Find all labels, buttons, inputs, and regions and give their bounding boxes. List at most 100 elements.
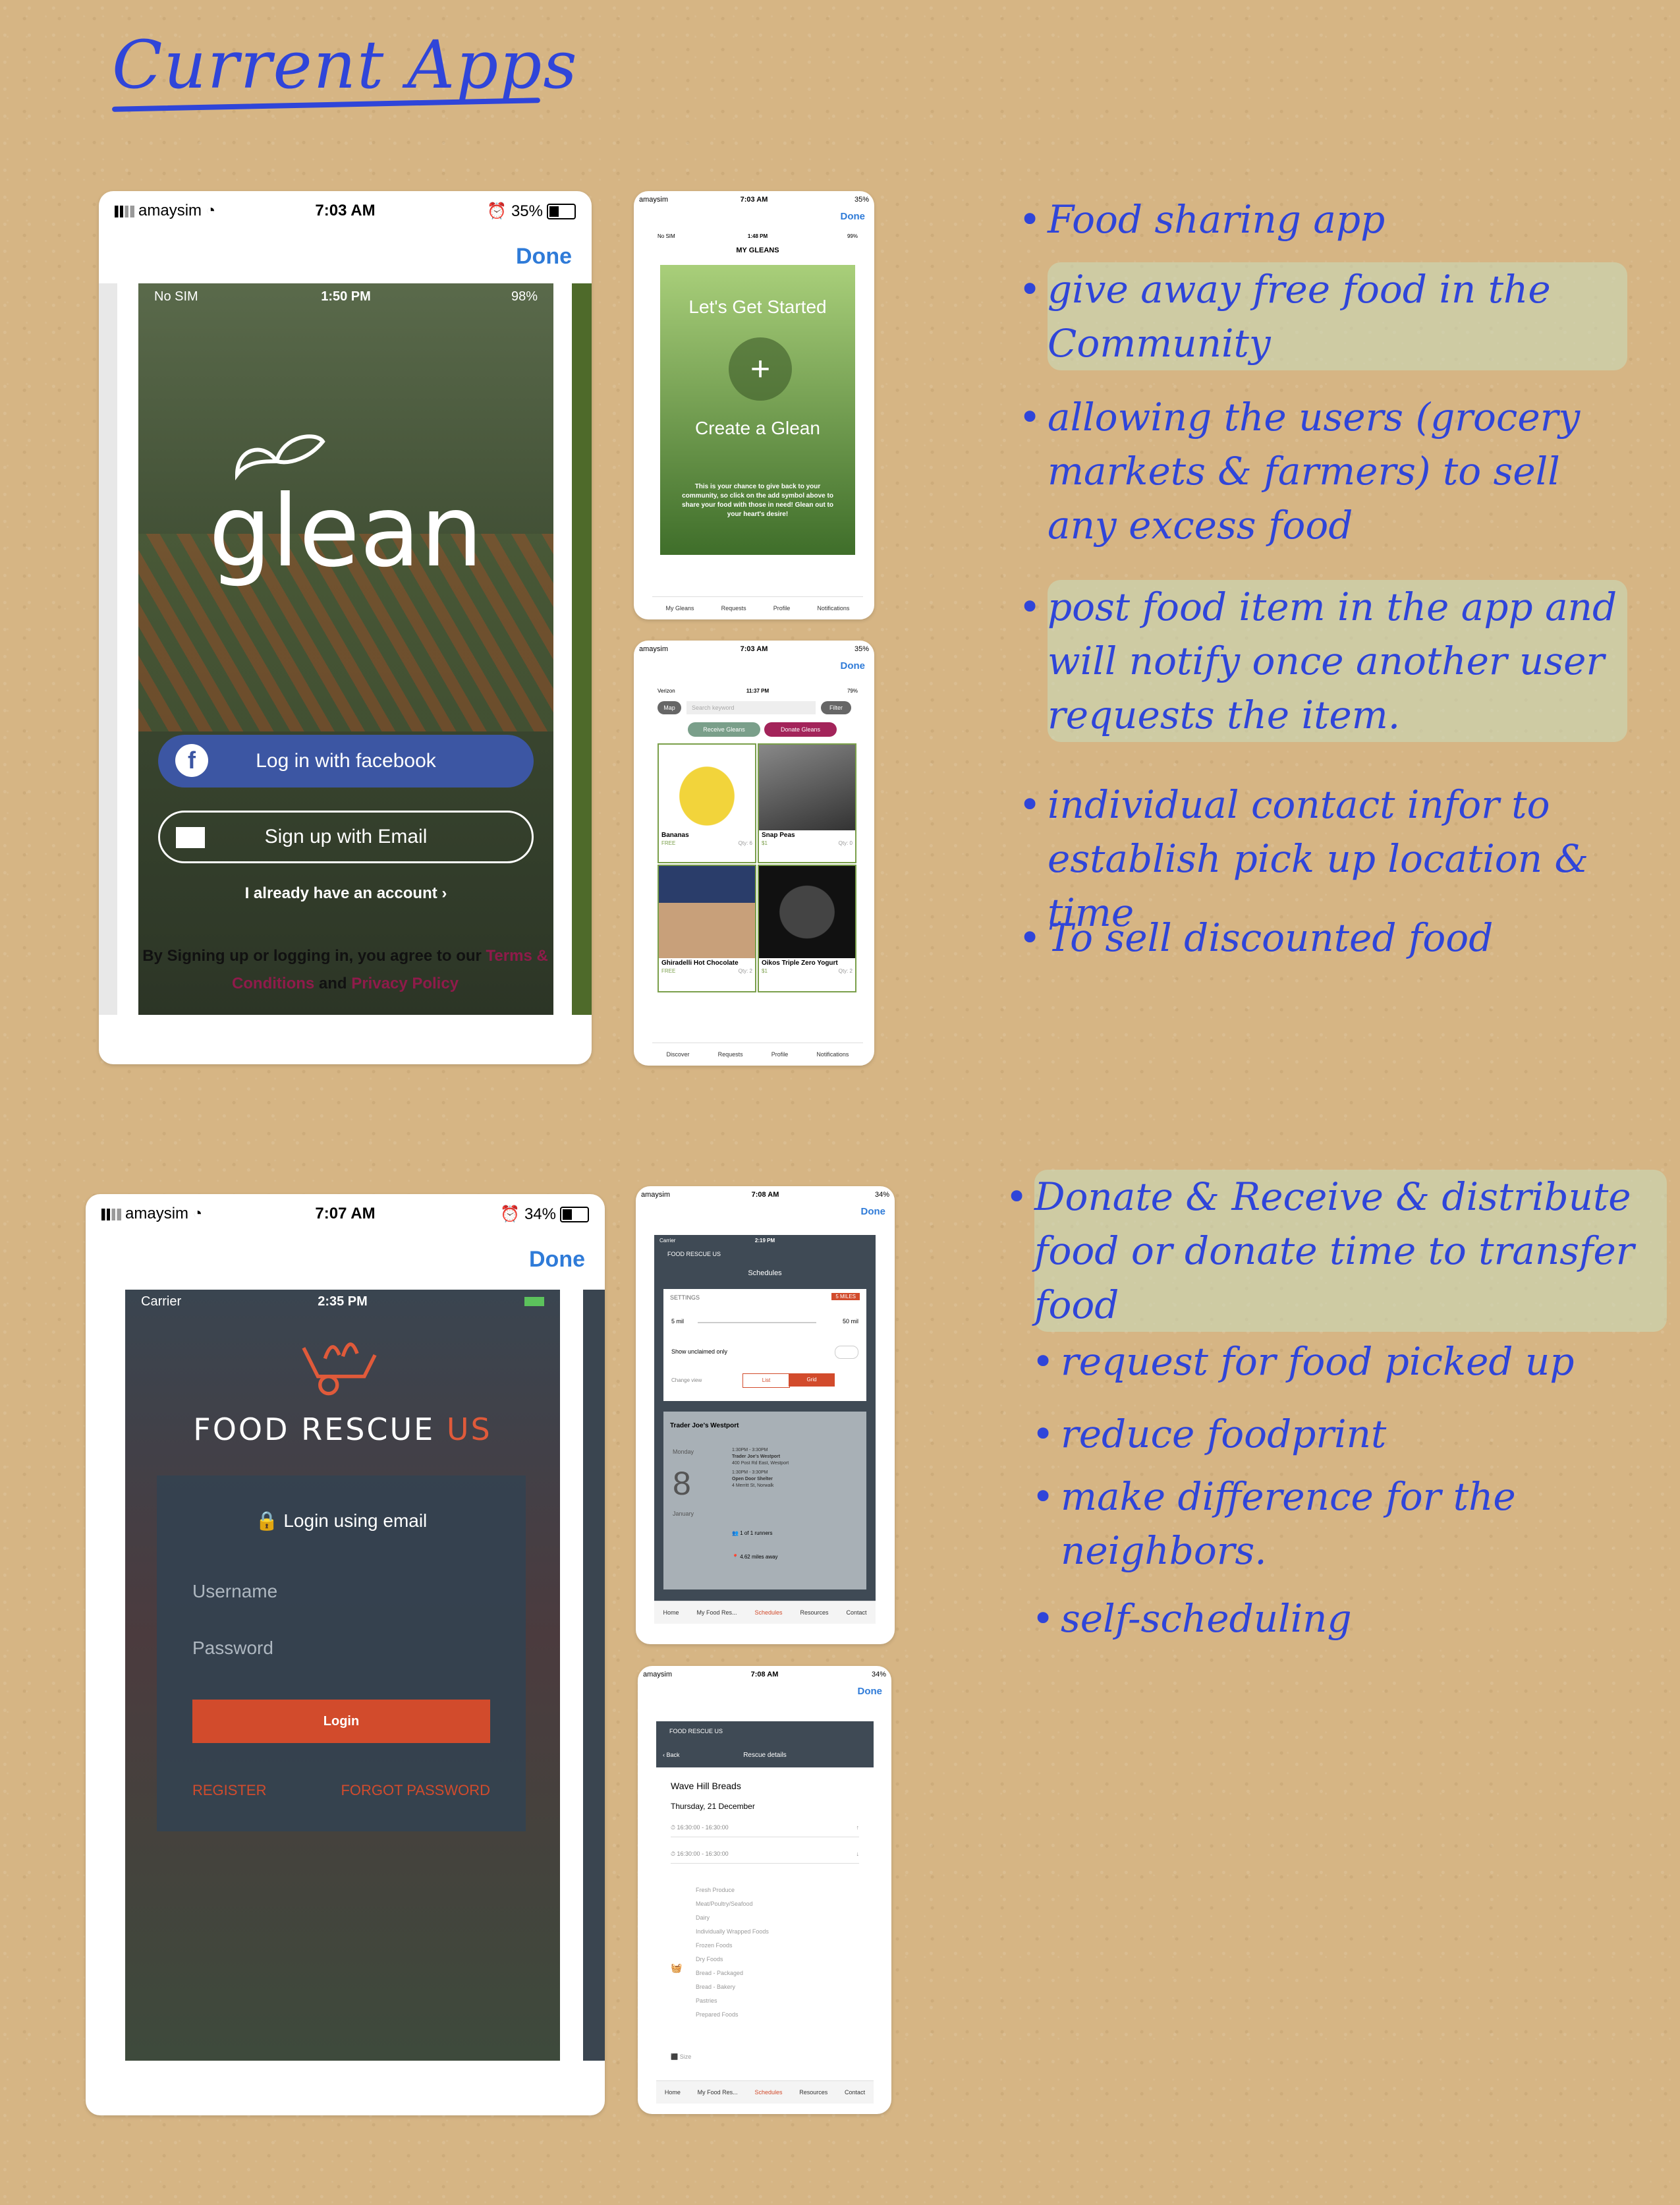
previous-page-edge	[99, 283, 117, 1015]
search-input[interactable]: Search keyword	[686, 701, 816, 714]
tab-home[interactable]: Home	[665, 2089, 681, 2096]
glean-discover-app-screen: Verizon 11:37 PM 79% Map Search keyword …	[652, 685, 863, 1066]
note-item: give away free food in the Community	[1019, 262, 1627, 370]
signal-icon	[115, 205, 134, 217]
tab-bar: Home My Food Res... Schedules Resources …	[654, 1601, 876, 1624]
banana-image	[659, 745, 755, 830]
tab-resources[interactable]: Resources	[799, 2089, 827, 2096]
facebook-login-button[interactable]: f Log in with facebook	[158, 735, 534, 788]
item-tile-bananas[interactable]: Bananas FREE Qty: 6	[658, 743, 756, 863]
already-have-account-link[interactable]: I already have an account ›	[138, 884, 553, 903]
tab-bar: Home My Food Res... Schedules Resources …	[656, 2080, 874, 2104]
tab-schedules[interactable]: Schedules	[754, 2089, 782, 2096]
item-tile-hot-chocolate[interactable]: Ghiradelli Hot Chocolate FREE Qty: 2	[658, 865, 756, 992]
done-button[interactable]: Done	[529, 1247, 585, 1273]
food-rescue-details-screenshot: amaysim 7:08 AM 34% Done FOOD RESCUE US …	[638, 1666, 891, 2114]
tab-notifications[interactable]: Notifications	[817, 605, 849, 612]
battery-icon	[524, 1297, 544, 1306]
time-label: 7:07 AM	[315, 1205, 376, 1222]
glean-create-app-screen: No SIM 1:48 PM 99% MY GLEANS Let's Get S…	[652, 231, 863, 619]
lets-get-started-label: Let's Get Started	[688, 297, 827, 317]
glean-login-screenshot: amaysim ◔ 7:03 AM ⏰ 35% Done No SIM 1:50…	[99, 191, 592, 1064]
hot-chocolate-image	[659, 866, 755, 958]
tab-schedules[interactable]: Schedules	[754, 1609, 782, 1616]
done-button[interactable]: Done	[858, 1686, 883, 1697]
signal-icon	[101, 1208, 121, 1220]
create-description: This is your chance to give back to your…	[681, 483, 833, 518]
screen-header: MY GLEANS	[736, 246, 779, 254]
tab-home[interactable]: Home	[663, 1609, 679, 1616]
list-view-button[interactable]: List	[742, 1373, 790, 1388]
carrier-label: amaysim ◔	[101, 1205, 202, 1223]
item-tile-snap-peas[interactable]: Snap Peas $1 Qty: 0	[758, 743, 856, 863]
map-button[interactable]: Map	[658, 701, 681, 714]
inner-status-bar: Verizon 11:37 PM 79%	[658, 687, 858, 694]
tab-requests[interactable]: Requests	[718, 1051, 743, 1058]
food-rescue-app-screen: Carrier 2:35 PM FOOD RESCUE US 🔒 Login u…	[125, 1290, 560, 2061]
note-item: allowing the users (grocery markets & fa…	[1019, 390, 1627, 552]
food-rescue-brand: FOOD RESCUE US	[193, 1412, 492, 1447]
note-item: post food item in the app and will notif…	[1019, 580, 1627, 742]
brand-bar: FOOD RESCUE US	[667, 1251, 721, 1257]
password-input[interactable]: Password	[192, 1638, 273, 1659]
rescue-details-app-screen: FOOD RESCUE US ‹ Back Rescue details Wav…	[656, 1712, 874, 2104]
done-button[interactable]: Done	[861, 1206, 886, 1217]
basket-icon: 🧺	[671, 1962, 683, 1973]
forgot-password-link[interactable]: FORGOT PASSWORD	[341, 1782, 490, 1799]
battery-icon	[560, 1207, 589, 1223]
register-link[interactable]: REGISTER	[192, 1782, 266, 1799]
tab-bar: Discover Requests Profile Notifications	[652, 1043, 863, 1066]
app-header: FOOD RESCUE US ‹ Back Rescue details	[656, 1721, 874, 1767]
filter-button[interactable]: Filter	[821, 701, 851, 714]
tab-bar: My Gleans Requests Profile Notifications	[652, 596, 863, 619]
note-item: reduce foodprint	[1032, 1407, 1654, 1461]
done-button[interactable]: Done	[841, 211, 866, 222]
food-category-list: Fresh Produce Meat/Poultry/Seafood Dairy…	[696, 1887, 769, 2018]
page-title: Current Apps	[112, 26, 578, 103]
tab-profile[interactable]: Profile	[771, 1051, 789, 1058]
food-rescue-schedules-screenshot: amaysim 7:08 AM 34% Done Carrier 2:19 PM…	[636, 1186, 895, 1644]
username-input[interactable]: Username	[192, 1581, 277, 1602]
tab-my-food-rescues[interactable]: My Food Res...	[696, 1609, 737, 1616]
tab-discover[interactable]: Discover	[667, 1051, 690, 1058]
tab-contact[interactable]: Contact	[845, 2089, 865, 2096]
login-button[interactable]: Login	[192, 1700, 490, 1743]
tab-my-gleans[interactable]: My Gleans	[666, 605, 694, 612]
unclaimed-toggle[interactable]	[835, 1346, 858, 1359]
status-bar: amaysim 7:08 AM 34%	[643, 1671, 886, 1678]
email-signup-button[interactable]: Sign up with Email	[158, 811, 534, 863]
inner-status-bar: Carrier 2:35 PM	[125, 1290, 560, 1313]
schedule-card[interactable]: Trader Joe's Westport Monday 8 January 1…	[663, 1412, 866, 1589]
tab-requests[interactable]: Requests	[721, 605, 746, 612]
distance-slider[interactable]	[698, 1322, 816, 1323]
tab-contact[interactable]: Contact	[846, 1609, 866, 1616]
note-item: make difference for the neighbors.	[1032, 1470, 1640, 1578]
glean-discover-screenshot: amaysim 7:03 AM 35% Done Verizon 11:37 P…	[634, 641, 874, 1066]
settings-panel: SETTINGS 5 MILES 5 mil 50 mil Show uncla…	[663, 1289, 866, 1401]
done-button[interactable]: Done	[841, 660, 866, 672]
item-tile-oikos[interactable]: Oikos Triple Zero Yogurt $1 Qty: 2	[758, 865, 856, 992]
add-glean-button[interactable]: +	[729, 337, 792, 401]
create-glean-panel: Let's Get Started + Create a Glean This …	[660, 265, 855, 555]
donate-gleans-tab[interactable]: Donate Gleans	[764, 722, 837, 737]
next-page-edge	[583, 1290, 605, 2061]
note-item: To sell discounted food	[1019, 911, 1640, 965]
snap-peas-image	[759, 745, 855, 830]
next-page-edge	[572, 283, 592, 1015]
note-item: request for food picked up	[1032, 1334, 1654, 1389]
tab-profile[interactable]: Profile	[773, 605, 791, 612]
create-glean-label: Create a Glean	[695, 418, 820, 438]
size-row: ⬛ Size	[671, 2053, 692, 2060]
grid-view-button[interactable]: Grid	[789, 1373, 835, 1387]
tab-notifications[interactable]: Notifications	[816, 1051, 849, 1058]
runners-label: 👥 1 of 1 runners	[732, 1530, 773, 1536]
done-button[interactable]: Done	[516, 244, 572, 270]
pickup-time-row: ⏱ 16:30:00 - 16:30:00 ↑	[671, 1824, 859, 1837]
distance-label: 📍 4.62 miles away	[732, 1554, 778, 1560]
mail-icon	[176, 827, 205, 848]
tab-my-food-rescues[interactable]: My Food Res...	[698, 2089, 738, 2096]
tab-resources[interactable]: Resources	[800, 1609, 828, 1616]
privacy-link[interactable]: Privacy Policy	[351, 975, 459, 992]
receive-gleans-tab[interactable]: Receive Gleans	[688, 722, 760, 737]
status-bar: amaysim 7:03 AM 35%	[639, 196, 869, 204]
